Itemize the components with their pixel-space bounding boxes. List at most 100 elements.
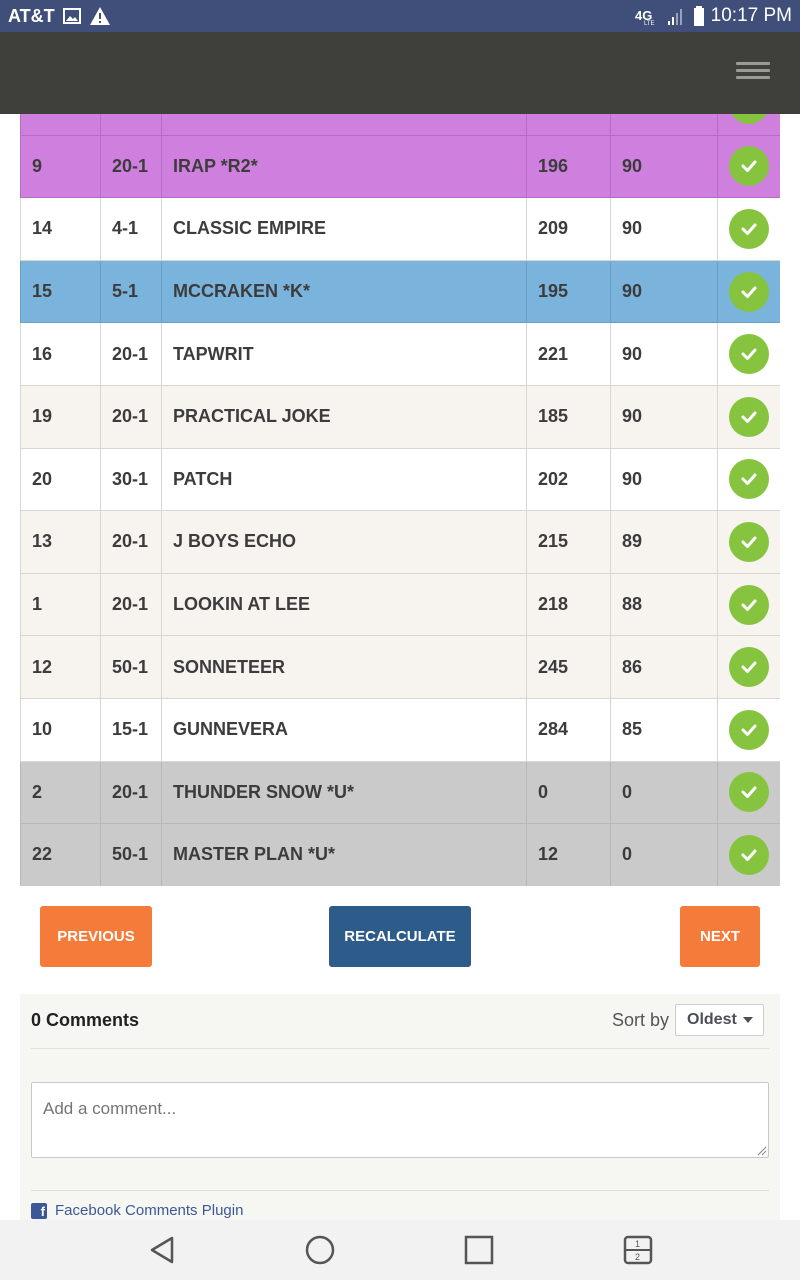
home-icon[interactable] [304, 1234, 336, 1266]
score-cell: 90 [610, 384, 718, 449]
rating-cell [526, 114, 611, 136]
score-cell: 89 [610, 510, 718, 574]
horse-name-cell: CLASSIC EMPIRE [161, 197, 527, 261]
dual-window-icon[interactable]: 1 2 [622, 1234, 654, 1266]
select-cell [717, 635, 780, 699]
post-position-cell [20, 114, 101, 136]
post-position-cell: 12 [20, 635, 101, 699]
table-row: 9 20-1 IRAP *R2* 196 90 [20, 134, 780, 199]
caret-down-icon [742, 1017, 753, 1023]
post-position-cell: 16 [20, 322, 101, 386]
post-position-cell: 20 [20, 447, 101, 512]
rating-cell: 221 [526, 322, 611, 386]
horse-name-cell: SONNETEER [161, 635, 527, 699]
odds-cell: 5-1 [100, 259, 162, 324]
odds-cell: 20-1 [100, 760, 162, 825]
select-cell [717, 114, 780, 136]
results-table-container: 9 20-1 IRAP *R2* 196 90 14 4-1 CLASSIC EMPIRE 20… [20, 114, 780, 886]
table-row: 12 50-1 SONNETEER 245 86 [20, 635, 780, 699]
select-cell [717, 760, 780, 825]
warning-icon [89, 6, 111, 26]
navigation-bar: 1 2 [0, 1220, 800, 1280]
rating-cell: 185 [526, 384, 611, 449]
comment-input[interactable] [31, 1082, 769, 1158]
horse-name-cell: J BOYS ECHO [161, 510, 527, 574]
checkmark-icon[interactable] [729, 208, 769, 249]
horse-name-cell: IRAP *R2* [161, 134, 527, 199]
odds-cell: 20-1 [100, 572, 162, 637]
checkmark-icon[interactable] [729, 772, 769, 813]
horse-name-cell: MASTER PLAN *U* [161, 823, 527, 886]
back-icon[interactable] [146, 1234, 178, 1266]
checkmark-icon[interactable] [729, 396, 769, 437]
table-row: 2 20-1 THUNDER SNOW *U* 0 0 [20, 760, 780, 825]
odds-cell [100, 114, 162, 136]
checkmark-icon[interactable] [729, 146, 769, 187]
table-row: 20 30-1 PATCH 202 90 [20, 447, 780, 512]
odds-cell: 20-1 [100, 384, 162, 449]
divider [31, 1048, 769, 1049]
previous-button[interactable]: PREVIOUS [40, 906, 152, 967]
checkmark-icon[interactable] [729, 114, 769, 124]
signal-icon [667, 6, 687, 26]
odds-cell: 50-1 [100, 823, 162, 886]
post-position-cell: 1 [20, 572, 101, 637]
select-cell [717, 510, 780, 574]
next-button[interactable]: NEXT [680, 906, 760, 967]
score-cell: 90 [610, 322, 718, 386]
svg-text:LTE: LTE [644, 21, 655, 26]
horse-name-cell: PATCH [161, 447, 527, 512]
horse-name-cell: MCCRAKEN *K* [161, 259, 527, 324]
table-row: 19 20-1 PRACTICAL JOKE 185 90 [20, 384, 780, 449]
select-cell [717, 823, 780, 886]
horse-name-cell: THUNDER SNOW *U* [161, 760, 527, 825]
sort-value: Oldest [687, 1011, 737, 1028]
select-cell [717, 197, 780, 261]
table-row: 10 15-1 GUNNEVERA 284 85 [20, 697, 780, 762]
checkmark-icon[interactable] [729, 584, 769, 625]
resize-handle-icon[interactable] [757, 1146, 767, 1156]
checkmark-icon[interactable] [729, 709, 769, 750]
divider [31, 1190, 769, 1191]
checkmark-icon[interactable] [729, 521, 769, 562]
select-cell [717, 572, 780, 637]
odds-cell: 50-1 [100, 635, 162, 699]
odds-cell: 15-1 [100, 697, 162, 762]
recent-apps-icon[interactable] [463, 1234, 495, 1266]
sort-dropdown[interactable]: Oldest [675, 1004, 764, 1036]
checkmark-icon[interactable] [729, 459, 769, 500]
comments-section: 0 Comments Sort by Oldest f Facebook Com… [20, 994, 780, 1220]
status-bar: AT&T 4G LTE 10:17 PM [0, 0, 800, 32]
checkmark-icon[interactable] [729, 271, 769, 312]
carrier-label: AT&T [8, 5, 55, 26]
checkmark-icon[interactable] [729, 334, 769, 375]
hamburger-menu-icon[interactable] [736, 58, 770, 88]
score-cell: 86 [610, 635, 718, 699]
comments-count: 0 Comments [31, 1010, 140, 1030]
odds-cell: 4-1 [100, 197, 162, 261]
horse-name-cell: TAPWRIT [161, 322, 527, 386]
rating-cell: 195 [526, 259, 611, 324]
post-position-cell: 2 [20, 760, 101, 825]
sort-label: Sort by [612, 1010, 670, 1030]
svg-text:2: 2 [635, 1252, 640, 1262]
checkmark-icon[interactable] [729, 647, 769, 688]
select-cell [717, 259, 780, 324]
table-row: 16 20-1 TAPWRIT 221 90 [20, 322, 780, 386]
post-position-cell: 13 [20, 510, 101, 574]
rating-cell: 196 [526, 134, 611, 199]
recalculate-button[interactable]: RECALCULATE [329, 906, 471, 967]
checkmark-icon[interactable] [729, 834, 769, 875]
horse-name-cell: PRACTICAL JOKE [161, 384, 527, 449]
score-cell: 88 [610, 572, 718, 637]
score-cell [610, 114, 718, 136]
rating-cell: 218 [526, 572, 611, 637]
score-cell: 90 [610, 134, 718, 199]
rating-cell: 215 [526, 510, 611, 574]
facebook-comments-plugin-link[interactable]: f Facebook Comments Plugin [31, 1202, 243, 1219]
post-position-cell: 14 [20, 197, 101, 261]
score-cell: 90 [610, 259, 718, 324]
select-cell [717, 134, 780, 199]
score-cell: 0 [610, 823, 718, 886]
lte-icon: 4G LTE [635, 6, 661, 26]
